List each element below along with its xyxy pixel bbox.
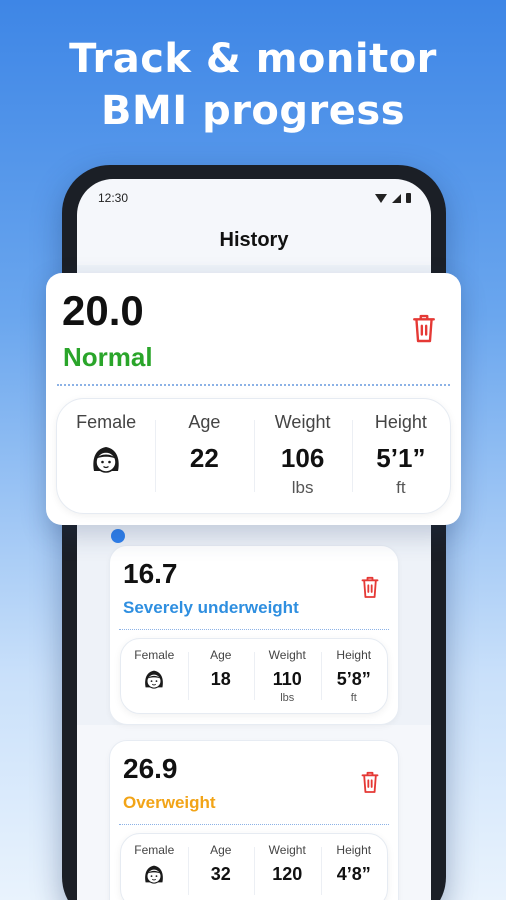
signal-icon	[392, 193, 401, 203]
stat-weight-label: Weight	[268, 843, 306, 857]
stat-height: Height 4’8”	[320, 834, 388, 900]
stat-age: Age 18	[187, 639, 255, 713]
stat-age-label: Age	[210, 648, 232, 662]
stats-panel: Female Age 22 Weight 106 lbs Height 5’1”…	[56, 398, 451, 514]
bmi-value: 26.9	[123, 753, 178, 784]
stat-weight-label: Weight	[268, 648, 306, 662]
headline-line-1: Track & monitor	[69, 36, 437, 82]
stat-weight: Weight 120	[254, 834, 321, 900]
page-title: History	[219, 229, 289, 251]
stat-age-value: 32	[210, 864, 231, 884]
stat-height-unit: ft	[396, 478, 406, 497]
stat-weight: Weight 110 lbs	[254, 639, 321, 713]
section-marker-dot	[111, 529, 125, 543]
bmi-category: Normal	[63, 342, 153, 372]
stat-weight-unit: lbs	[291, 478, 314, 497]
trash-icon[interactable]	[360, 769, 380, 795]
stat-gender: Female	[121, 639, 188, 713]
stat-height-value: 5’8”	[336, 669, 371, 689]
stat-height: Height 5’1” ft	[351, 399, 450, 513]
stat-age-value: 18	[210, 669, 231, 689]
female-avatar-icon	[93, 447, 119, 473]
bmi-category: Severely underweight	[123, 598, 299, 617]
stat-weight-value: 106	[280, 443, 325, 473]
stat-age: Age 22	[155, 399, 253, 513]
trash-icon[interactable]	[360, 574, 380, 600]
stat-weight-unit: lbs	[280, 692, 295, 704]
stat-gender: Female	[121, 834, 188, 900]
stat-weight-label: Weight	[274, 412, 331, 432]
stat-height-label: Height	[374, 412, 427, 432]
bmi-category: Overweight	[123, 793, 216, 812]
stat-gender-label: Female	[134, 843, 175, 857]
headline-line-2: BMI progress	[100, 88, 406, 134]
stat-age-label: Age	[210, 843, 232, 857]
female-avatar-icon	[145, 670, 164, 689]
stat-height-unit: ft	[350, 692, 357, 704]
stat-age: Age 32	[187, 834, 255, 900]
battery-icon	[406, 193, 411, 203]
history-record-card-1[interactable]: 20.0 Normal Female Age 22 Weight 106 lbs…	[46, 273, 461, 525]
trash-icon[interactable]	[411, 311, 437, 345]
history-record-card-2[interactable]: 16.7 Severely underweight Female Age 18	[109, 545, 399, 725]
wifi-icon	[375, 193, 387, 203]
stat-gender-label: Female	[76, 412, 137, 432]
bmi-value: 16.7	[123, 558, 178, 589]
stat-gender-label: Female	[134, 648, 175, 662]
dotted-divider	[119, 824, 389, 825]
stat-age-value: 22	[189, 443, 219, 473]
stat-height-label: Height	[336, 843, 372, 857]
bmi-value: 20.0	[62, 287, 144, 334]
stats-panel: Female Age 18 Weight 110 lbs Height 5’8”…	[120, 638, 388, 714]
stats-panel: Female Age 32 Weight 120 Height 4’8”	[120, 833, 388, 900]
stat-weight: Weight 106 lbs	[253, 399, 352, 513]
stat-gender: Female	[57, 399, 155, 513]
stat-height-value: 5’1”	[376, 443, 426, 473]
female-avatar-icon	[145, 865, 164, 884]
stat-height-label: Height	[336, 648, 372, 662]
status-time: 12:30	[98, 191, 129, 205]
dotted-divider	[57, 384, 450, 386]
stat-age-label: Age	[188, 412, 221, 432]
stat-height: Height 5’8” ft	[320, 639, 388, 713]
stat-height-value: 4’8”	[336, 864, 371, 884]
stat-weight-value: 110	[272, 669, 302, 689]
stat-weight-value: 120	[272, 864, 303, 884]
history-record-card-3[interactable]: 26.9 Overweight Female Age 32 Weight 120…	[109, 740, 399, 900]
status-bar: 12:30	[77, 189, 431, 209]
dotted-divider	[119, 629, 389, 630]
